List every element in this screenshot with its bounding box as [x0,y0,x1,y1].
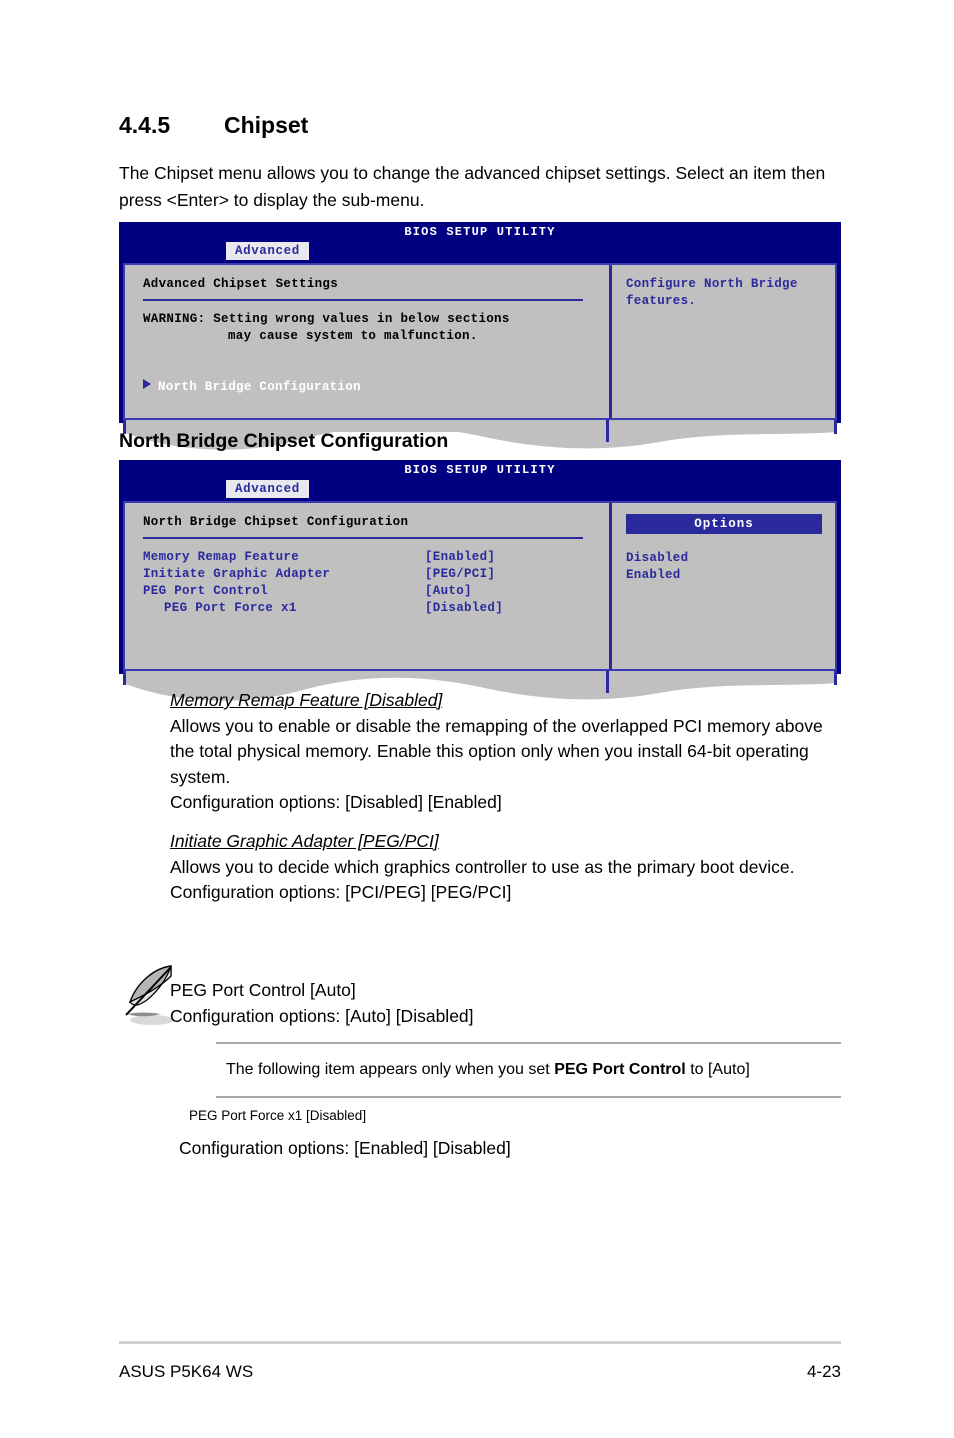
description-config: Configuration options: [PCI/PEG] [PEG/PC… [170,882,512,902]
bios-title-1: BIOS SETUP UTILITY [404,225,556,239]
setting-value: [Enabled] [425,550,496,564]
setting-label: PEG Port Force x1 [164,601,297,615]
tab-advanced-1[interactable]: Advanced [226,242,309,260]
callout-text: The following item appears only when you… [216,1044,841,1096]
callout-bold: PEG Port Control [554,1061,686,1078]
bios-help-text-1: Configure North Bridge features. [626,277,798,308]
bios-inner-1: Advanced Chipset Settings WARNING: Setti… [123,263,837,420]
setting-value: [PEG/PCI] [425,567,496,581]
note-title: PEG Port Control [Auto] [170,980,356,1000]
bios-heading-2: North Bridge Chipset Configuration [143,515,409,529]
description-initiate-graphic-adapter: Initiate Graphic Adapter [PEG/PCI] Allow… [170,829,842,906]
bios-setting-row[interactable]: PEG Port Control [Auto] [143,583,609,600]
description-config: Configuration options: [Disabled] [Enabl… [170,792,502,812]
bios-warning-line2: may cause system to malfunction. [228,329,478,343]
page-title: 4.4.5 Chipset [119,112,308,139]
description-memory-remap: Memory Remap Feature [Disabled] Allows y… [170,688,842,816]
bios-screenshot-advanced-chipset: BIOS SETUP UTILITY Advanced Advanced Chi… [119,222,841,454]
bios-title-2: BIOS SETUP UTILITY [404,463,556,477]
bios-setting-row[interactable]: Memory Remap Feature [Enabled] [143,549,609,566]
callout-box: The following item appears only when you… [216,1042,841,1098]
divider-rule-2 [143,537,583,539]
footer-page-number: 4-23 [806,1362,841,1381]
callout-bottom-rule [216,1096,841,1098]
tab-advanced-2[interactable]: Advanced [226,480,309,498]
bios-settings-pane-1: Advanced Chipset Settings WARNING: Setti… [125,265,609,418]
options-header: Options [626,514,822,534]
note-text: PEG Port Control [Auto] Configuration op… [170,978,870,1029]
section-number: 4.4.5 [119,112,171,138]
triangle-right-icon [143,379,151,389]
bios-menu-item-north-bridge[interactable]: North Bridge Configuration [143,379,609,396]
bios-inner-2: North Bridge Chipset Configuration Memor… [123,501,837,671]
description-title: Initiate Graphic Adapter [PEG/PCI] [170,831,439,851]
option-item[interactable]: Disabled [626,550,835,567]
callout-suffix: to [Auto] [685,1061,750,1078]
bios-body-1: Advanced Chipset Settings WARNING: Setti… [119,260,841,420]
section-title: Chipset [224,112,309,138]
bios-help-pane-1: Configure North Bridge features. [612,265,835,418]
subsection-title: North Bridge Chipset Configuration [119,430,449,452]
description-title: Memory Remap Feature [Disabled] [170,690,443,710]
bios-settings-pane-2: North Bridge Chipset Configuration Memor… [125,503,609,669]
setting-value: [Auto] [425,584,472,598]
bios-titlebar-1: BIOS SETUP UTILITY [119,222,841,242]
description-body: Allows you to enable or disable the rema… [170,715,823,787]
bios-tabrow-1: Advanced [119,242,841,260]
footer-rule [119,1341,841,1344]
setting-label: Initiate Graphic Adapter [143,567,331,581]
footer-product-name: ASUS P5K64 WS [119,1362,254,1381]
bios-body-2: North Bridge Chipset Configuration Memor… [119,498,841,671]
bios-heading-1: Advanced Chipset Settings [143,277,339,291]
bios-options-pane: Options Disabled Enabled [612,503,835,669]
bios-warning-line1: WARNING: Setting wrong values in below s… [143,312,510,326]
last-item-title: PEG Port Force x1 [Disabled] [189,1108,367,1123]
callout-prefix: The following item appears only when you… [226,1061,555,1078]
setting-label: PEG Port Control [143,584,268,598]
bios-setting-row[interactable]: Initiate Graphic Adapter [PEG/PCI] [143,566,609,583]
document-page: 4.4.5 Chipset The Chipset menu allows you… [0,0,954,1438]
bios-screenshot-north-bridge: BIOS SETUP UTILITY Advanced North Bridge… [119,460,841,705]
bios-tabrow-2: Advanced [119,480,841,498]
bios-setting-row[interactable]: PEG Port Force x1 [Disabled] [143,600,609,617]
last-item-config: Configuration options: [Enabled] [Disabl… [179,1138,511,1158]
note-config: Configuration options: [Auto] [Disabled] [170,1005,474,1026]
setting-label: Memory Remap Feature [143,550,300,564]
bios-menu-item-label: North Bridge Configuration [158,380,361,394]
bios-titlebar-2: BIOS SETUP UTILITY [119,460,841,480]
divider-rule-1 [143,299,583,301]
option-item[interactable]: Enabled [626,567,835,584]
intro-paragraph: The Chipset menu allows you to change th… [119,163,826,210]
description-body: Allows you to decide which graphics cont… [170,856,795,877]
setting-value: [Disabled] [425,601,504,615]
